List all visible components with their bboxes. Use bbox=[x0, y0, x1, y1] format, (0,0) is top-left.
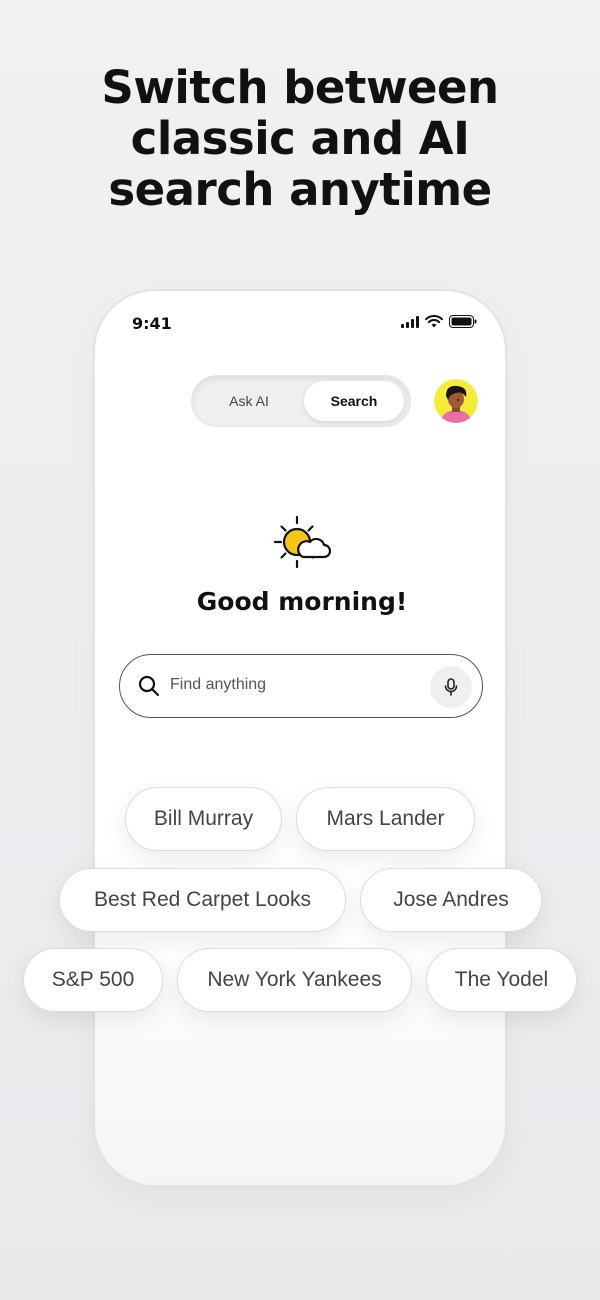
wifi-icon bbox=[425, 315, 443, 328]
search-icon bbox=[138, 675, 160, 697]
voice-search-button[interactable] bbox=[430, 666, 472, 708]
suggestion-chip-mars-lander[interactable]: Mars Lander bbox=[296, 787, 475, 851]
suggestion-chip-new-york-yankees[interactable]: New York Yankees bbox=[177, 948, 412, 1012]
signal-icon bbox=[401, 315, 419, 328]
suggestion-chip-jose-andres[interactable]: Jose Andres bbox=[360, 868, 542, 932]
battery-icon bbox=[449, 315, 477, 328]
headline-line-3: search anytime bbox=[108, 163, 492, 216]
suggestion-chip-the-yodel[interactable]: The Yodel bbox=[426, 948, 577, 1012]
suggestion-chip-sp-500[interactable]: S&P 500 bbox=[23, 948, 163, 1012]
microphone-icon bbox=[444, 678, 458, 696]
status-icons bbox=[401, 315, 477, 328]
headline: Switch between classic and AI search any… bbox=[0, 62, 600, 215]
suggestion-chip-best-red-carpet-looks[interactable]: Best Red Carpet Looks bbox=[59, 868, 346, 932]
suggestion-chip-bill-murray[interactable]: Bill Murray bbox=[125, 787, 282, 851]
greeting: Good morning! bbox=[196, 587, 408, 616]
search-tab[interactable]: Search bbox=[304, 381, 404, 421]
headline-line-1: Switch between bbox=[101, 61, 499, 114]
partly-sunny-icon bbox=[273, 515, 332, 569]
mode-toggle: Ask AI Search bbox=[191, 375, 411, 427]
search-input[interactable]: Find anything bbox=[119, 654, 483, 718]
headline-line-2: classic and AI bbox=[130, 112, 470, 165]
ask-ai-tab[interactable]: Ask AI bbox=[200, 381, 298, 421]
search-placeholder: Find anything bbox=[170, 676, 267, 693]
phone-frame: 9:41 Ask AI Search Good morning! Find an… bbox=[93, 289, 507, 1187]
user-avatar[interactable] bbox=[434, 379, 478, 423]
status-time: 9:41 bbox=[132, 314, 172, 333]
